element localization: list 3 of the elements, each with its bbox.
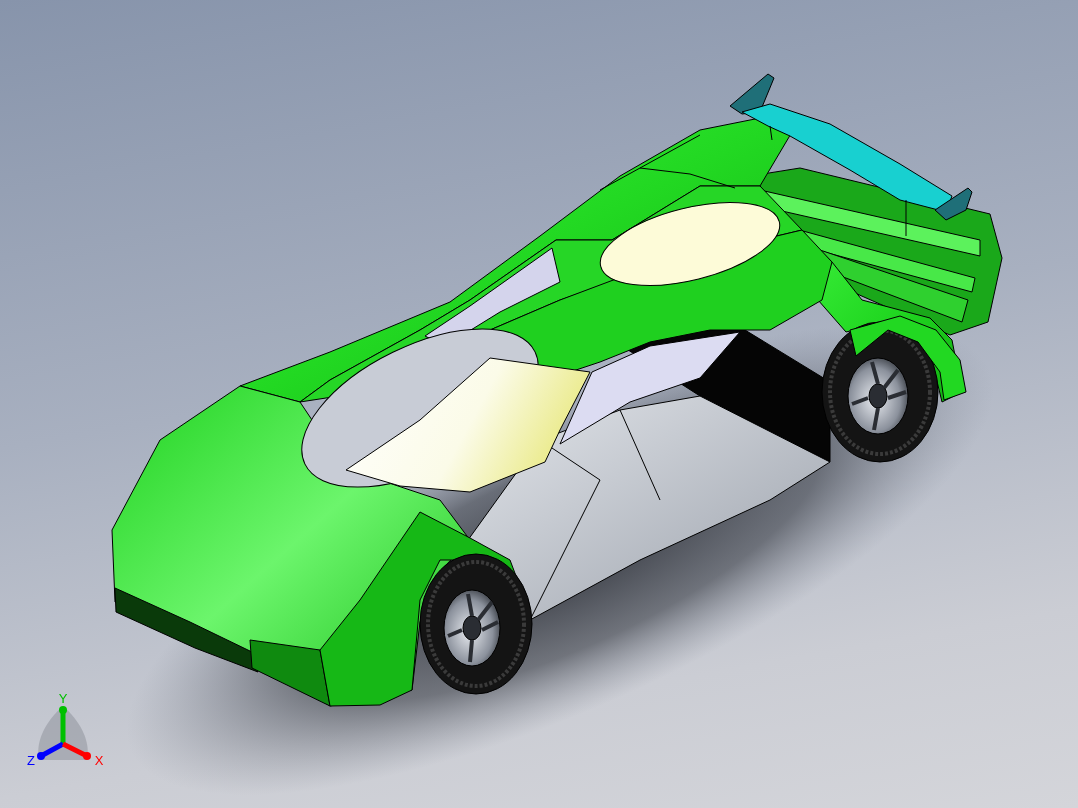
axis-label: Y [58,691,68,707]
axis-label: X [94,753,104,769]
axis-label: Z [27,753,35,769]
